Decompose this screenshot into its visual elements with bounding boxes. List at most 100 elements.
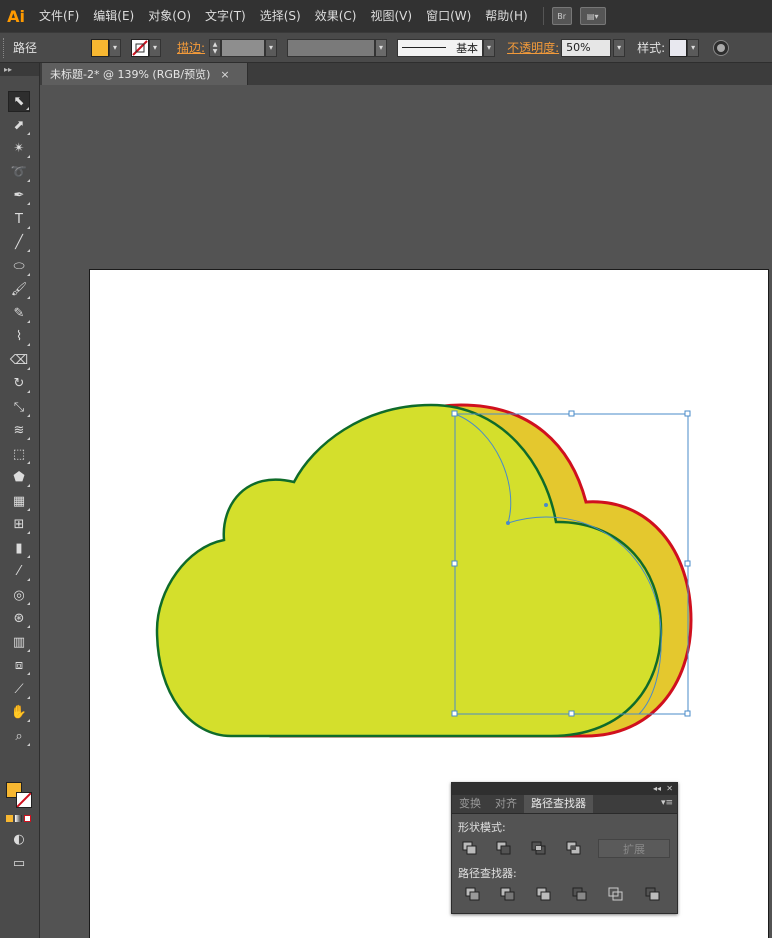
menu-file[interactable]: 文件(F) [32,0,86,32]
expand-button[interactable]: 扩展 [598,839,670,858]
menu-view[interactable]: 视图(V) [363,0,419,32]
zoom-tool-icon[interactable]: ⌕ [8,726,30,747]
pen-tool-icon[interactable]: ✒ [8,185,30,206]
collapse-panel-icon[interactable]: ◂◂ [653,783,661,795]
stroke-color-box[interactable] [16,792,32,808]
opacity-value: 50% [566,41,591,54]
line-segment-tool-icon[interactable]: ╱ [8,232,30,253]
tools-panel-header[interactable]: ▸▸ [0,63,39,76]
scale-tool-icon[interactable]: ⤡ [8,397,30,418]
recolor-artwork-icon[interactable] [713,39,730,56]
width-tool-icon[interactable]: ≋ [8,420,30,441]
gradient-button[interactable] [15,815,22,822]
crop-icon[interactable] [571,886,589,902]
bridge-icon[interactable]: Br [551,7,572,25]
shape-builder-tool-icon[interactable]: ⬟ [8,467,30,488]
tab-pathfinder[interactable]: 路径查找器 [524,795,593,813]
menu-effect[interactable]: 效果(C) [308,0,364,32]
blob-brush-tool-icon[interactable]: ⌇ [8,326,30,347]
document-tab-title: 未标题-2* @ 139% (RGB/预览) [50,68,211,81]
artboard-tool-icon[interactable]: ⧈ [8,655,30,676]
fill-dropdown[interactable]: ▾ [109,38,122,57]
close-tab-icon[interactable]: × [220,68,229,81]
stroke-weight-dropdown[interactable]: ▾ [265,38,278,57]
opacity-dropdown[interactable]: ▾ [613,38,626,57]
control-bar-grip[interactable] [3,37,9,58]
fill-swatch[interactable] [91,38,110,57]
graphic-style-dropdown[interactable]: ▾ [687,38,700,57]
unite-icon[interactable] [461,840,479,856]
perspective-grid-tool-icon[interactable]: ▦ [8,491,30,512]
brush-definition-value: 基本 [456,41,479,55]
drawing-mode-icon[interactable]: ◐ [8,829,30,850]
stroke-dropdown[interactable]: ▾ [149,38,162,57]
anchor-point[interactable] [506,521,510,525]
variable-width-profile-field[interactable] [287,38,376,57]
exclude-icon[interactable] [565,840,583,856]
menu-window[interactable]: 窗口(W) [419,0,478,32]
magic-wand-tool-icon[interactable]: ✴ [8,138,30,159]
blend-tool-icon[interactable]: ◎ [8,585,30,606]
column-graph-tool-icon[interactable]: ▥ [8,632,30,653]
menu-type[interactable]: 文字(T) [198,0,253,32]
anchor-point[interactable] [544,503,548,507]
merge-icon[interactable] [535,886,553,902]
hand-tool-icon[interactable]: ✋ [8,702,30,723]
symbol-sprayer-tool-icon[interactable]: ⊛ [8,608,30,629]
divide-icon[interactable] [464,886,482,902]
document-tab[interactable]: 未标题-2* @ 139% (RGB/预览) × [42,63,248,85]
none-button[interactable] [24,815,31,822]
menu-object[interactable]: 对象(O) [141,0,198,32]
fill-stroke-widget[interactable] [4,778,36,812]
opacity-field[interactable]: 50% [561,38,612,57]
brush-definition-dropdown[interactable]: ▾ [483,38,496,57]
brush-stroke-preview [402,47,447,48]
rotate-tool-icon[interactable]: ↻ [8,373,30,394]
intersect-icon[interactable] [530,840,548,856]
menu-help[interactable]: 帮助(H) [478,0,534,32]
panel-menu-icon[interactable]: ▾≡ [661,798,673,808]
tab-align[interactable]: 对齐 [488,795,524,813]
slice-tool-icon[interactable]: ⟋ [8,679,30,700]
pencil-tool-icon[interactable]: ✎ [8,303,30,324]
stroke-swatch[interactable] [131,38,150,57]
close-panel-icon[interactable]: ✕ [666,783,673,795]
color-button[interactable] [6,815,13,822]
panel-title-bar[interactable]: ◂◂ ✕ [452,783,677,795]
mesh-tool-icon[interactable]: ⊞ [8,514,30,535]
stroke-weight-field[interactable] [221,38,266,57]
graphic-style-swatch[interactable] [669,38,688,57]
cloud-shape[interactable] [155,403,663,738]
trim-icon[interactable] [499,886,517,902]
lasso-tool-icon[interactable]: ➰ [8,162,30,183]
ellipse-tool-icon[interactable]: ⬭ [8,256,30,277]
pathfinders-label: 路径查找器: [458,867,517,880]
menu-select[interactable]: 选择(S) [253,0,308,32]
arrange-documents-icon[interactable]: ▤▾ [579,7,606,25]
style-label: 样式: [637,41,666,55]
color-mode-buttons[interactable] [6,815,31,822]
gradient-tool-icon[interactable]: ▮ [8,538,30,559]
minus-back-icon[interactable] [644,886,662,902]
stroke-weight-spinner[interactable]: ▲ ▼ [209,38,222,57]
type-tool-icon[interactable]: T [8,209,30,230]
stroke-label[interactable]: 描边: [177,39,205,56]
minus-front-icon[interactable] [495,840,513,856]
opacity-label[interactable]: 不透明度: [507,39,559,56]
menu-bar: Ai 文件(F) 编辑(E) 对象(O) 文字(T) 选择(S) 效果(C) 视图(V) 窗口… [0,0,772,32]
selection-tool-icon[interactable]: ⬉ [8,91,30,112]
direct-selection-tool-icon[interactable]: ⬈ [8,115,30,136]
menu-edit[interactable]: 编辑(E) [86,0,141,32]
control-bar: 路径 ▾ ▾ 描边: ▲ ▼ ▾ ▾ 基本 ▾ 不透明度: 50% ▾ 样式: ▾ [0,32,772,63]
free-transform-tool-icon[interactable]: ⬚ [8,444,30,465]
menu-separator [542,7,544,25]
screen-mode-icon[interactable]: ▭ [8,853,30,874]
variable-width-dropdown[interactable]: ▾ [375,38,388,57]
app-logo: Ai [7,6,25,26]
brush-definition-field[interactable]: 基本 [397,38,484,57]
tab-transform[interactable]: 变换 [452,795,488,813]
eraser-tool-icon[interactable]: ⌫ [8,350,30,371]
paintbrush-tool-icon[interactable]: 🖌 [8,279,30,300]
eyedropper-tool-icon[interactable]: ⁄ [8,561,30,582]
outline-icon[interactable] [607,886,625,902]
